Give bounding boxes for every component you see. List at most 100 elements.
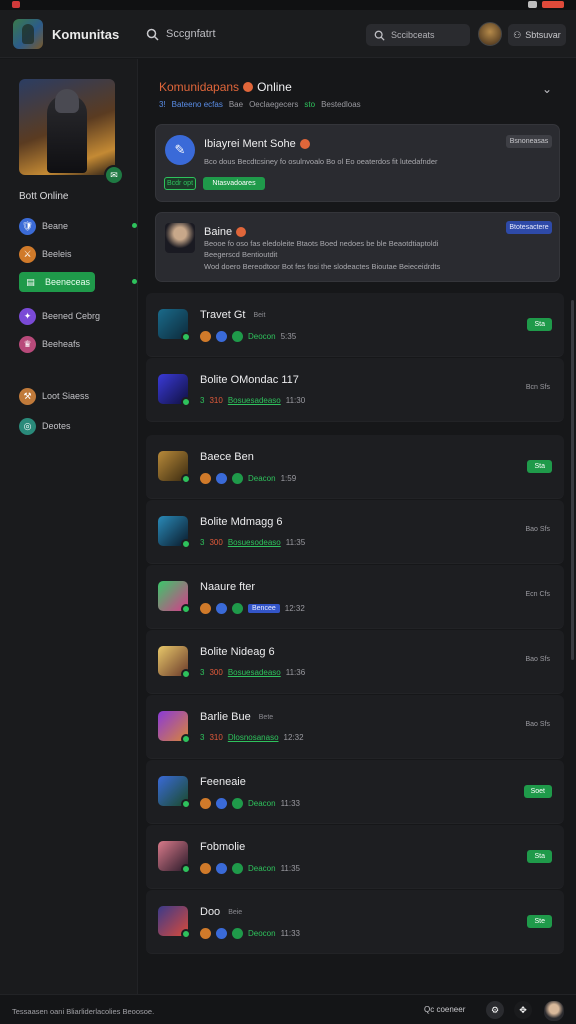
search-button[interactable]: Sccgnfatrt: [146, 23, 216, 45]
member-name-text: Doo: [200, 906, 221, 918]
badge-icon: [232, 331, 243, 342]
member-avatar[interactable]: [158, 841, 191, 874]
sidebar-item[interactable]: ⚒ Loot Siaess: [19, 386, 89, 406]
member-avatar[interactable]: [158, 776, 191, 809]
profile-avatar[interactable]: [544, 1001, 564, 1021]
member-meta: Deacon 1:59: [200, 473, 296, 484]
member-action-button[interactable]: Soet: [523, 785, 552, 798]
member-action-button[interactable]: Sta: [527, 460, 552, 473]
member-status: Deacon: [248, 799, 276, 808]
member-time: 11:30: [285, 396, 306, 405]
member-status: Deacon: [248, 864, 276, 873]
feather-icon: ✎: [165, 135, 195, 165]
sidebar-item[interactable]: ◎ Deotes: [19, 416, 71, 436]
footer-text: Tessaasen oani Bliarliderlacolies Beooso…: [12, 1007, 155, 1016]
badge-icon: [216, 473, 227, 484]
member-avatar[interactable]: [158, 309, 191, 342]
member-row[interactable]: Feeneaie Deacon 11:33 Soet: [146, 760, 564, 824]
wifi-icon: [528, 1, 537, 8]
card-action-button[interactable]: Ntasvadoares: [203, 177, 265, 190]
sidebar-item[interactable]: ✦ Beened Cebrg: [19, 306, 100, 326]
search-placeholder: Sccibceats: [391, 30, 435, 40]
badge-icon: [232, 863, 243, 874]
badge-icon: [216, 928, 227, 939]
chat-message-card[interactable]: Baine Beooe fo oso fas eledoleite Btaots…: [155, 212, 560, 282]
chat-badge-icon[interactable]: ✉: [104, 165, 124, 185]
section-title-b: Online: [257, 80, 292, 94]
member-score: 300: [209, 538, 223, 547]
member-time: 12:32: [283, 733, 304, 742]
chevron-down-icon[interactable]: ⌄: [542, 82, 552, 96]
member-row[interactable]: Barlie Bue Bete 3 310 Dlosnosanaso 12:32 Bao S…: [146, 695, 564, 759]
member-name-text: Fobmolie: [200, 841, 246, 853]
member-avatar[interactable]: [158, 581, 191, 614]
member-action-button[interactable]: Sta: [527, 850, 552, 863]
search-input[interactable]: Sccibceats: [366, 24, 470, 46]
notification-icon: [12, 1, 20, 8]
member-status: Bosuesadeaso: [227, 396, 281, 405]
member-name: Baece Ben: [200, 451, 254, 463]
member-avatar[interactable]: [158, 451, 191, 484]
badge-icon: [216, 603, 227, 614]
user-avatar[interactable]: [478, 22, 502, 46]
member-row[interactable]: Fobmolie Deacon 11:35 Sta: [146, 825, 564, 889]
member-tag: Bete: [258, 713, 274, 721]
member-name: Naaure fter: [200, 581, 255, 593]
member-avatar[interactable]: [158, 516, 191, 549]
member-avatar[interactable]: [158, 374, 191, 407]
member-row[interactable]: Travet Gt Beit Deocon 5:35 Sta: [146, 293, 564, 357]
scrollbar[interactable]: [571, 300, 574, 660]
member-name: Doo Beie: [200, 906, 242, 918]
sidebar-item[interactable]: ⚔ Beeleis: [19, 244, 72, 264]
member-row[interactable]: Bolite Mdmagg 6 3 300 Bosuesodeaso 11:35 Bao …: [146, 500, 564, 564]
member-action-button[interactable]: Sta: [527, 318, 552, 331]
announcement-card[interactable]: ✎ Ibiayrei Ment Sohe Bco dous Becdtcsine…: [155, 124, 560, 202]
card-corner-button[interactable]: Btotesactere: [506, 221, 552, 234]
header-action-button[interactable]: ⚇ Sbtsuvar: [508, 24, 566, 46]
member-avatar[interactable]: [158, 711, 191, 744]
search-label: Sccgnfatrt: [166, 28, 216, 40]
sub-link[interactable]: Bateeno ecfas: [172, 100, 223, 109]
member-row[interactable]: Bolite OMondac 117 3 310 Bosuesadeaso 11:30 B…: [146, 358, 564, 422]
user-avatar[interactable]: [165, 223, 195, 253]
settings-icon[interactable]: ⚙: [486, 1001, 504, 1019]
share-icon[interactable]: ✥: [514, 1001, 532, 1019]
app-logo[interactable]: [13, 19, 43, 49]
member-status: Bencee: [248, 604, 280, 613]
badge-icon: [200, 603, 211, 614]
member-avatar[interactable]: [158, 906, 191, 939]
footer-link[interactable]: Qc coeneer: [424, 1005, 465, 1014]
member-action-button[interactable]: Ste: [527, 915, 552, 928]
member-meta: 3 300 Bosuesodeaso 11:35: [200, 538, 305, 547]
badge-icon: [232, 473, 243, 484]
sub-text: Oeclaegecers: [249, 100, 299, 109]
member-avatar[interactable]: [158, 646, 191, 679]
sidebar-item-label: Deotes: [42, 421, 71, 431]
featured-character-image[interactable]: [19, 79, 115, 175]
member-name-text: Feeneaie: [200, 776, 246, 788]
card-title: Baine: [204, 226, 247, 238]
card-corner-button[interactable]: Bsnoneasas: [506, 135, 552, 148]
sidebar-heading: Bott Online: [19, 191, 69, 202]
member-meta: 3 310 Dlosnosanaso 12:32: [200, 733, 304, 742]
card-tag[interactable]: Bcdr opt: [164, 177, 196, 190]
section-subtitle: 3! Bateeno ecfas Bae Oeclaegecers sto Be…: [159, 100, 361, 109]
sidebar-item[interactable]: 🛡 Beane: [19, 216, 68, 236]
sidebar-item[interactable]: ♛ Beeheafs: [19, 334, 80, 354]
member-row[interactable]: Doo Beie Deocon 11:33 Ste: [146, 890, 564, 954]
users-icon: ⚇: [513, 29, 522, 40]
sidebar-item[interactable]: ▤ Beeneceas: [19, 272, 95, 292]
online-indicator: [181, 332, 191, 342]
online-indicator: [181, 929, 191, 939]
member-row[interactable]: Bolite Nideag 6 3 300 Bosuesadeaso 11:36 Bao …: [146, 630, 564, 694]
member-time: 11:35: [285, 538, 306, 547]
member-status: Deocon: [248, 332, 276, 341]
sidebar-item-label: Beened Cebrg: [42, 311, 101, 321]
member-name: Bolite OMondac 117: [200, 374, 299, 386]
member-row[interactable]: Naaure fter Bencee 12:32 Ecn Cfs: [146, 565, 564, 629]
member-status: Deocon: [248, 929, 276, 938]
member-row[interactable]: Baece Ben Deacon 1:59 Sta: [146, 435, 564, 499]
sidebar-item-label: Beane: [42, 221, 69, 231]
member-name-text: Baece Ben: [200, 451, 254, 463]
member-status: Bosuesadeaso: [227, 668, 281, 677]
